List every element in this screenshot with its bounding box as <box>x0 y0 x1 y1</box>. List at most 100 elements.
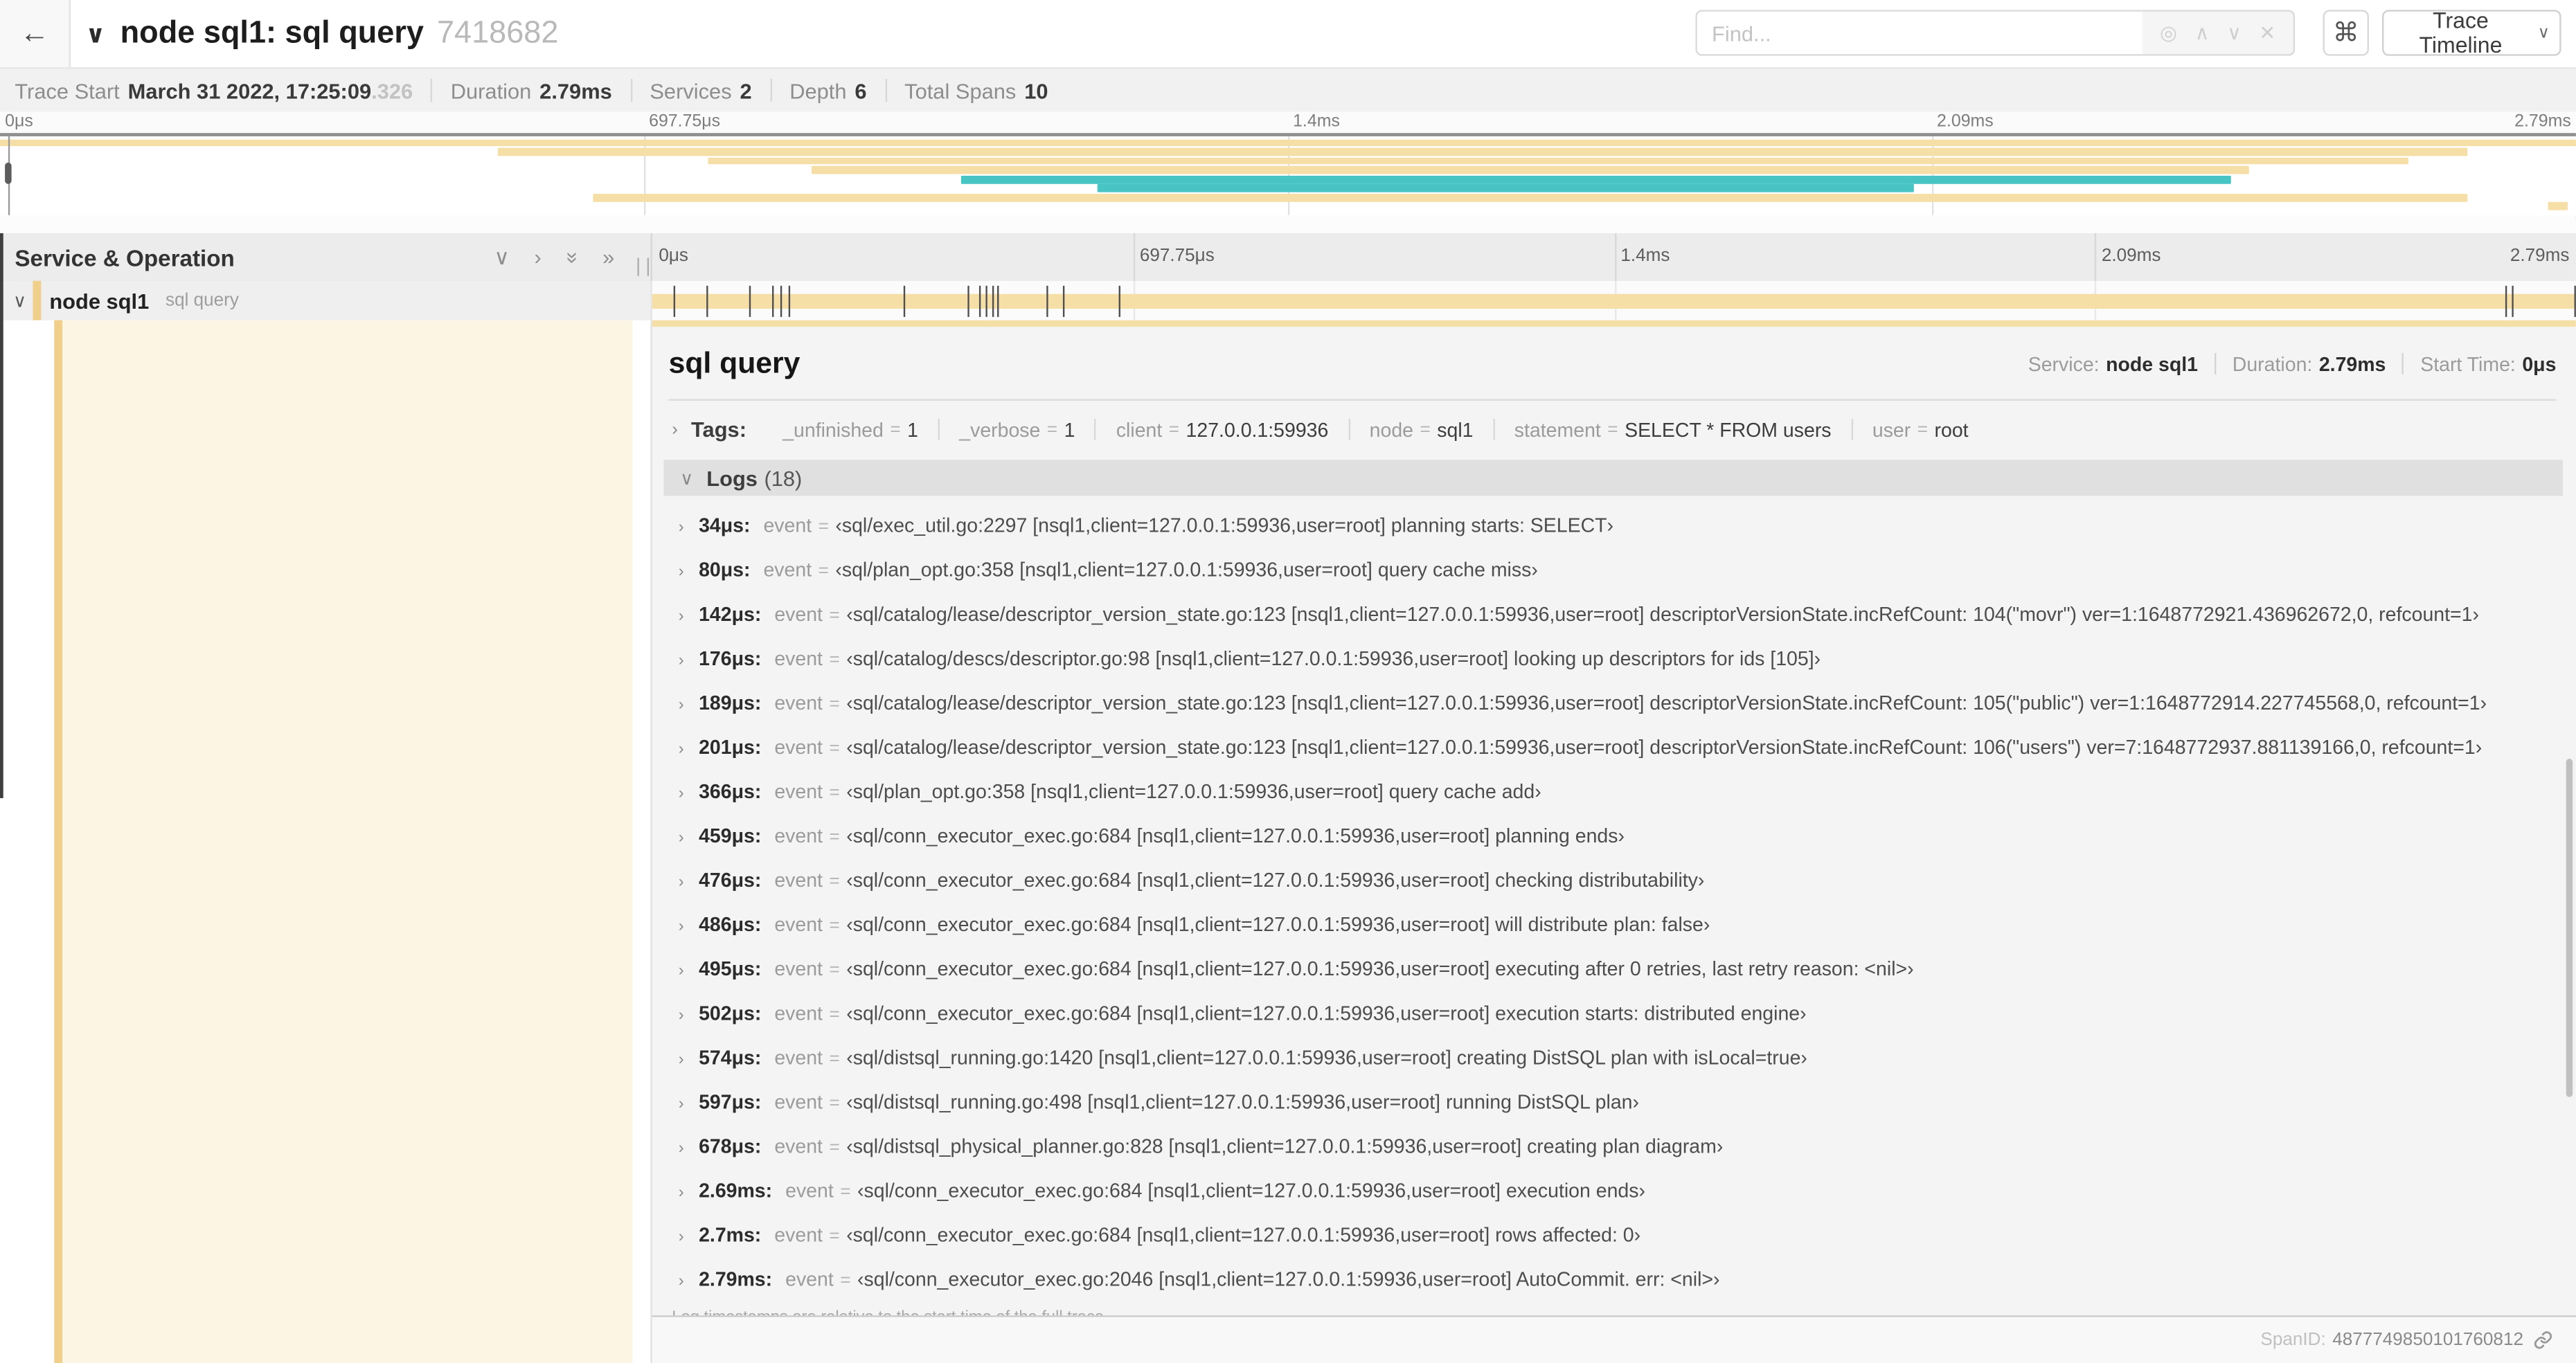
chevron-right-icon: › <box>678 962 684 981</box>
vertical-scrollbar-thumb[interactable] <box>2566 759 2573 1097</box>
log-field-value: ‹sql/distsql_physical_planner.go:828 [ns… <box>846 1135 1724 1158</box>
log-field-name: event <box>774 913 823 937</box>
collapse-all-icon[interactable]: » <box>559 251 585 263</box>
log-timestamp: 2.7ms: <box>699 1223 762 1247</box>
minimap-canvas[interactable] <box>0 133 2576 220</box>
minimap-span-bar <box>0 138 2576 147</box>
log-row[interactable]: › 2.79ms: event = ‹sql/conn_executor_exec.go… <box>652 1258 2576 1302</box>
meta-value: 0μs <box>2522 352 2557 376</box>
detail-title-row: sql query Service: node sql1 Duration: 2.79… <box>652 327 2576 386</box>
view-selector-button[interactable]: Trace Timeline ∨ <box>2381 8 2561 57</box>
log-row[interactable]: › 459μs: event = ‹sql/conn_executor_exec.go:… <box>652 815 2576 859</box>
span-detail-card: sql query Service: node sql1 Duration: 2.79… <box>652 320 2576 1317</box>
trace-title: node sql1: sql query <box>120 15 424 51</box>
logs-count: (18) <box>764 465 803 491</box>
ruler-tick-label: 0μs <box>5 111 33 132</box>
previous-match-icon[interactable]: ∧ <box>2195 23 2210 42</box>
equals-sign: = <box>829 650 840 670</box>
log-row[interactable]: › 366μs: event = ‹sql/plan_opt.go:358 [nsql1… <box>652 770 2576 815</box>
expand-one-icon[interactable]: › <box>534 244 541 270</box>
tag-item[interactable]: _verbose = 1 <box>940 418 1097 441</box>
minimap-span-bar <box>960 175 2231 183</box>
logs-accordion-header[interactable]: ∨ Logs (18) <box>663 460 2563 496</box>
log-row[interactable]: › 176μs: event = ‹sql/catalog/descs/descript… <box>652 637 2576 681</box>
summary-value-suffix: .326 <box>371 78 413 103</box>
log-field-value: ‹sql/conn_executor_exec.go:684 [nsql1,cl… <box>846 1223 1641 1247</box>
copy-link-icon[interactable] <box>2533 1330 2552 1350</box>
minimap-scrubber-handle[interactable] <box>5 162 12 184</box>
span-detail-panel: sql query Service: node sql1 Duration: 2.79… <box>650 320 2576 1363</box>
log-timestamp: 80μs: <box>699 558 751 581</box>
tag-item[interactable]: client = 127.0.0.1:59936 <box>1096 418 1350 441</box>
log-row[interactable]: › 34μs: event = ‹sql/exec_util.go:2297 [nsql… <box>652 504 2576 548</box>
find-input[interactable] <box>1695 10 2143 56</box>
tag-value: 1 <box>907 417 918 441</box>
log-field-name: event <box>774 602 823 626</box>
span-expander-chevron-icon[interactable]: ∨ <box>13 290 26 311</box>
span-row-timeline-cell[interactable] <box>650 280 2576 322</box>
collapse-one-icon[interactable]: ∨ <box>494 244 510 270</box>
column-resizer-handle[interactable] <box>637 258 650 276</box>
back-arrow-icon: ← <box>19 16 50 50</box>
log-row[interactable]: › 495μs: event = ‹sql/conn_executor_exec.go:… <box>652 948 2576 992</box>
expand-all-icon[interactable]: » <box>602 244 614 270</box>
log-field-value: ‹sql/conn_executor_exec.go:684 [nsql1,cl… <box>846 824 1625 848</box>
span-duration-bar[interactable] <box>652 293 2576 308</box>
tag-item[interactable]: statement = SELECT * FROM users <box>1494 417 1853 441</box>
log-row[interactable]: › 574μs: event = ‹sql/distsql_running.go:142… <box>652 1036 2576 1081</box>
log-row[interactable]: › 2.69ms: event = ‹sql/conn_executor_exec.go… <box>652 1169 2576 1213</box>
log-field-value: ‹sql/catalog/lease/descriptor_version_st… <box>846 735 2483 759</box>
equals-sign: = <box>840 1271 851 1291</box>
minimap-span-bar <box>2547 202 2568 211</box>
tag-value: root <box>1934 417 1969 441</box>
span-service-name: node sql1 <box>49 288 150 313</box>
log-row[interactable]: › 142μs: event = ‹sql/catalog/lease/descript… <box>652 593 2576 637</box>
log-field-name: event <box>785 1179 834 1202</box>
log-field-name: event <box>774 957 823 981</box>
log-row[interactable]: › 476μs: event = ‹sql/conn_executor_exec.go:… <box>652 859 2576 903</box>
log-row[interactable]: › 678μs: event = ‹sql/distsql_physical_plann… <box>652 1125 2576 1169</box>
next-match-icon[interactable]: ∨ <box>2227 23 2242 42</box>
trace-title-group: ∨ node sql1: sql query 7418682 <box>85 0 558 67</box>
log-tick <box>789 285 791 316</box>
log-row[interactable]: › 201μs: event = ‹sql/catalog/lease/descript… <box>652 726 2576 770</box>
span-row-name-cell[interactable]: ∨ node sql1 sql query <box>0 280 651 322</box>
tag-value: SELECT * FROM users <box>1625 417 1832 441</box>
keyboard-shortcuts-button[interactable]: ⌘ <box>2323 10 2370 56</box>
tag-key: statement <box>1514 417 1601 441</box>
trace-collapse-chevron-icon[interactable]: ∨ <box>85 19 105 48</box>
equals-sign: = <box>829 1004 840 1025</box>
summary-label: Services <box>650 78 732 103</box>
back-button[interactable]: ← <box>0 0 71 68</box>
log-row[interactable]: › 80μs: event = ‹sql/plan_opt.go:358 [nsql1,… <box>652 548 2576 593</box>
logs-label: Logs <box>706 465 758 491</box>
log-tick <box>1062 285 1064 316</box>
left-edge-scrollbar[interactable] <box>0 233 3 798</box>
log-row[interactable]: › 502μs: event = ‹sql/conn_executor_exec.go:… <box>652 992 2576 1036</box>
trace-summary-item: Total Spans 10 <box>904 78 1066 103</box>
logs-note: Log timestamps are relative to the start… <box>672 1309 2576 1315</box>
tag-item[interactable]: node = sql1 <box>1350 418 1495 441</box>
trace-summary-item: Services 2 <box>650 78 772 103</box>
expand-collapse-controls: ∨ › » » <box>494 244 614 270</box>
log-tick <box>780 285 783 316</box>
log-row[interactable]: › 597μs: event = ‹sql/distsql_running.go:498… <box>652 1081 2576 1125</box>
equals-sign: = <box>829 960 840 981</box>
log-row[interactable]: › 2.7ms: event = ‹sql/conn_executor_exec.go:… <box>652 1213 2576 1258</box>
tags-list: _unfinished = 1 _verbose = 1 client = 127.0.0.1:… <box>763 417 1988 441</box>
clear-search-icon[interactable]: ✕ <box>2259 23 2275 42</box>
tag-item[interactable]: user = root <box>1852 417 1988 441</box>
span-id-label: SpanID: <box>2260 1330 2326 1351</box>
locate-match-icon[interactable]: ◎ <box>2160 23 2177 42</box>
chevron-right-icon: › <box>678 607 684 626</box>
log-row[interactable]: › 189μs: event = ‹sql/catalog/lease/descript… <box>652 682 2576 726</box>
logs-list: › 34μs: event = ‹sql/exec_util.go:2297 [nsql… <box>652 504 2576 1302</box>
tag-item[interactable]: _unfinished = 1 <box>763 417 940 441</box>
log-row[interactable]: › 486μs: event = ‹sql/conn_executor_exec.go:… <box>652 903 2576 948</box>
equals-sign: = <box>1607 419 1618 440</box>
equals-sign: = <box>1046 419 1058 440</box>
log-tick <box>2512 285 2514 316</box>
log-field-name: event <box>774 1090 823 1114</box>
service-color-stripe <box>54 320 63 1363</box>
tags-accordion-row[interactable]: › Tags: _unfinished = 1 _verbose = 1 client = 12… <box>672 412 2576 446</box>
